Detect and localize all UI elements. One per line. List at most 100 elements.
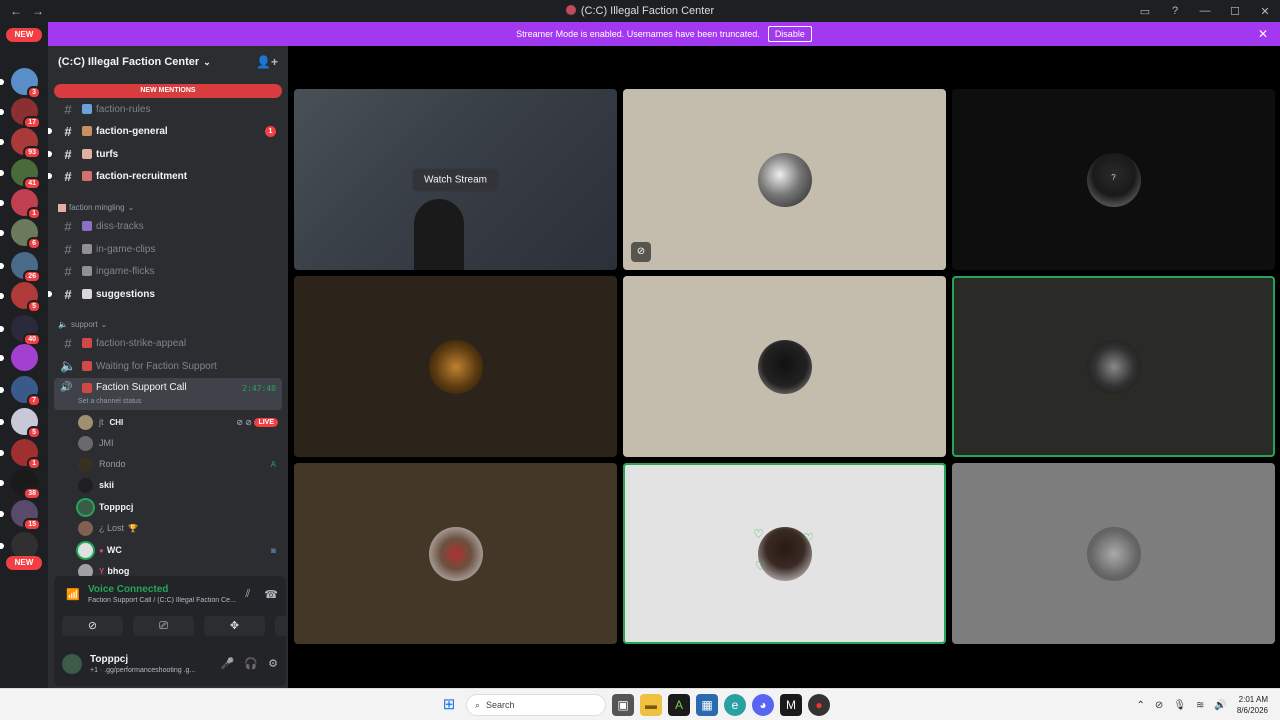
inbox-icon[interactable]: ▭ (1130, 5, 1160, 18)
headphones-icon[interactable]: 🎧 (244, 657, 258, 670)
maximize-button[interactable]: ☐ (1220, 5, 1250, 18)
new-unreads-pill-top[interactable]: NEW (6, 28, 42, 42)
server-icon[interactable]: 5 (11, 408, 41, 439)
close-window-button[interactable]: ✕ (1250, 5, 1280, 18)
username[interactable]: Topppcj (90, 654, 128, 665)
channel-ingame-flicks[interactable]: # ingame-flicks (54, 261, 282, 281)
channel-faction-strike-appeal[interactable]: # faction-strike-appeal (54, 333, 282, 353)
minimize-button[interactable]: — (1190, 5, 1220, 17)
channel-faction-rules[interactable]: # faction-rules (54, 99, 282, 119)
hash-icon: # (64, 168, 72, 184)
disable-streamer-mode-button[interactable]: Disable (767, 26, 812, 42)
participant-tile-speaking[interactable] (952, 276, 1275, 457)
chevron-up-icon[interactable]: ⌃ (1137, 700, 1145, 711)
watch-stream-button[interactable]: Watch Stream (412, 168, 499, 191)
participant-tile[interactable] (294, 276, 617, 457)
voice-channel-path[interactable]: Faction Support Call / (C:C) Illegal Fac… (88, 597, 238, 604)
voice-member[interactable]: ● WC ◙ (78, 540, 282, 560)
server-icon[interactable] (11, 532, 38, 559)
server-icon[interactable]: 6 (11, 219, 41, 250)
server-header[interactable]: (C:C) Illegal Faction Center ⌄ 👤+ (48, 46, 288, 78)
avatar (78, 520, 93, 536)
user-avatar[interactable] (62, 654, 82, 674)
voice-connected-status[interactable]: Voice Connected (88, 584, 168, 595)
volume-icon[interactable]: 🔊 (1214, 700, 1226, 711)
server-icon[interactable] (11, 344, 38, 371)
camera-off-button[interactable]: ⊘ (62, 616, 123, 636)
server-mention-badge: 3 (27, 86, 41, 99)
channel-in-game-clips[interactable]: # in-game-clips (54, 239, 282, 259)
invite-people-icon[interactable]: 👤+ (256, 55, 278, 69)
voice-member[interactable]: Rondo A (78, 454, 282, 474)
stream-tile[interactable]: Watch Stream (294, 89, 617, 270)
participant-tile[interactable] (623, 276, 946, 457)
windows-start-icon[interactable]: ⊞ (438, 694, 460, 716)
store-icon[interactable]: ▦ (696, 694, 718, 716)
app-icon-2[interactable]: ● (808, 694, 830, 716)
server-icon[interactable]: 17 (11, 98, 41, 129)
close-banner-icon[interactable]: ✕ (1258, 27, 1268, 41)
channel-faction-general[interactable]: # faction-general 1 (48, 121, 282, 141)
window-title: (C:C) Illegal Faction Center (0, 5, 1280, 17)
server-icon[interactable]: 1 (11, 189, 41, 220)
participant-tile[interactable] (952, 463, 1275, 644)
category-support[interactable]: 🔈 support ⌄ (58, 320, 107, 329)
server-icon[interactable]: 26 (11, 252, 41, 283)
microphone-icon[interactable]: 🎤 (221, 657, 235, 670)
channel-turfs[interactable]: # turfs (48, 144, 282, 164)
category-faction-mingling[interactable]: faction mingling ⌄ (58, 203, 134, 212)
microphone-tray-icon[interactable]: 🎙 (1173, 700, 1186, 711)
server-icon[interactable]: 93 (11, 128, 41, 159)
app-icon[interactable]: A (668, 694, 690, 716)
avatar (78, 435, 93, 451)
channel-sidebar: (C:C) Illegal Faction Center ⌄ 👤+ NEW ME… (48, 46, 336, 688)
voice-channel-name: Faction Support Call (96, 382, 187, 393)
unread-indicator (48, 291, 52, 297)
taskbar-clock[interactable]: 2:01 AM 8/6/2026 (1237, 694, 1268, 716)
task-view-icon[interactable]: ▣ (612, 694, 634, 716)
discord-icon[interactable]: ◕ (752, 694, 774, 716)
forward-arrow-icon[interactable]: → (32, 4, 44, 18)
medal-icon[interactable]: M (780, 694, 802, 716)
server-icon[interactable]: 3 (11, 68, 41, 99)
server-icon[interactable]: 38 (11, 469, 41, 500)
voice-member[interactable]: skii (78, 475, 282, 495)
taskbar-search[interactable]: ⌕ Search (466, 694, 606, 716)
server-icon[interactable]: 7 (11, 376, 41, 407)
server-icon[interactable]: 15 (11, 500, 41, 531)
activities-button[interactable]: ✥ (204, 616, 265, 636)
voice-member[interactable]: jt CHI ⊘ ⊘ LIVE (78, 412, 282, 432)
noise-suppression-icon[interactable]: ⫽ (245, 588, 250, 601)
screen-share-button[interactable]: ⎚ (133, 616, 194, 636)
participant-avatar (757, 339, 812, 394)
active-voice-channel[interactable]: 🔊 Faction Support Call 2:47:40 Set a cha… (54, 378, 282, 410)
file-explorer-icon[interactable]: ▬ (640, 694, 662, 716)
settings-gear-icon[interactable]: ⚙ (268, 657, 278, 670)
wifi-icon[interactable]: ≋ (1196, 700, 1204, 711)
back-arrow-icon[interactable]: ← (10, 4, 22, 18)
server-icon[interactable]: 40 (11, 315, 41, 346)
voice-member[interactable]: ¿ Lost 🏆 (78, 518, 282, 538)
server-icon[interactable]: 1 (11, 439, 41, 470)
participant-tile[interactable]: ⊘ (623, 89, 946, 270)
channel-diss-tracks[interactable]: # diss-tracks (54, 216, 282, 236)
channel-status[interactable]: Set a channel status (78, 398, 141, 405)
participant-tile[interactable]: ? (952, 89, 1275, 270)
new-mentions-pill[interactable]: NEW MENTIONS (54, 84, 282, 98)
disconnect-icon[interactable]: ☎ (264, 588, 278, 601)
voice-channel-waiting[interactable]: 🔈 Waiting for Faction Support (54, 356, 282, 376)
edge-icon[interactable]: e (724, 694, 746, 716)
self-tile-speaking[interactable]: ♡ ♡ ♡ (623, 463, 946, 644)
trophy-icon: 🏆 (128, 523, 138, 533)
voice-member[interactable]: Topppcj (78, 497, 282, 517)
unread-indicator (48, 173, 52, 179)
voice-member[interactable]: JMI (78, 433, 282, 453)
participant-tile[interactable] (294, 463, 617, 644)
channel-faction-recruitment[interactable]: # faction-recruitment (48, 166, 282, 186)
new-unreads-pill-bottom[interactable]: NEW (6, 556, 42, 570)
network-off-icon[interactable]: ⊘ (1155, 700, 1163, 711)
server-icon[interactable]: 5 (11, 282, 41, 313)
help-icon[interactable]: ? (1160, 5, 1190, 17)
server-icon[interactable]: 41 (11, 159, 41, 190)
channel-suggestions[interactable]: # suggestions (48, 284, 282, 304)
